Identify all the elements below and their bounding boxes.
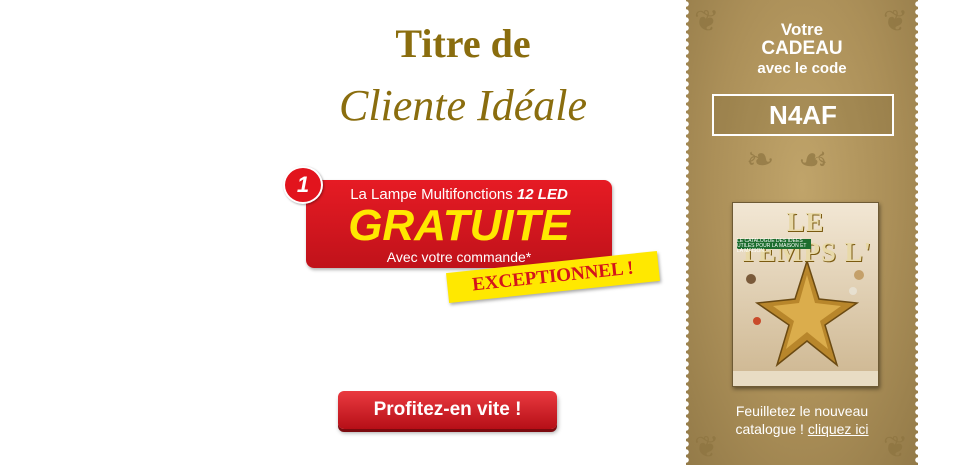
promo-code: N4AF: [712, 94, 894, 136]
ornament-icon: ❧: [746, 141, 775, 179]
click-here-link[interactable]: cliquez ici: [808, 421, 869, 437]
offer-panel: Titre de Cliente Idéale La Lampe Multifo…: [0, 0, 686, 465]
catalog-strip: LE CATALOGUE DES IDEES UTILES POUR LA MA…: [737, 239, 811, 254]
profit-now-button[interactable]: Profitez-en vite !: [338, 391, 557, 429]
catalog-cover[interactable]: LE TEMPS L' LE CATALOGUE DES IDEES UTILE…: [732, 202, 879, 387]
coupon-line-1: Votre: [780, 20, 824, 39]
coupon-line-3: avec le code: [757, 60, 847, 77]
footer-line-2: catalogue !: [735, 421, 808, 437]
right-margin: [918, 0, 964, 465]
ornament-icon: ☙: [798, 141, 829, 179]
coupon-footer: Feuilletez le nouveau catalogue ! clique…: [686, 402, 918, 438]
title-line-2: Cliente Idéale: [338, 81, 587, 130]
title-line-1: Titre de: [395, 21, 531, 66]
badge-number: 1: [283, 166, 323, 204]
coupon-heading: Votre CADEAU avec le code: [686, 20, 918, 78]
gift-badge: La Lampe Multifonctions 12 LED GRATUITE …: [306, 180, 612, 268]
footer-line-2-wrap: catalogue ! cliquez ici: [686, 420, 918, 438]
footer-line-1: Feuilletez le nouveau: [735, 403, 869, 419]
coupon-line-2: CADEAU: [761, 38, 843, 59]
badge-free-label: GRATUITE: [348, 201, 570, 250]
catalog-title: LE TEMPS L': [738, 207, 873, 267]
gift-coupon: ❦ ❦ ❧ ☙ ❦ ❦ Votre CADEAU avec le code N4…: [683, 0, 921, 465]
